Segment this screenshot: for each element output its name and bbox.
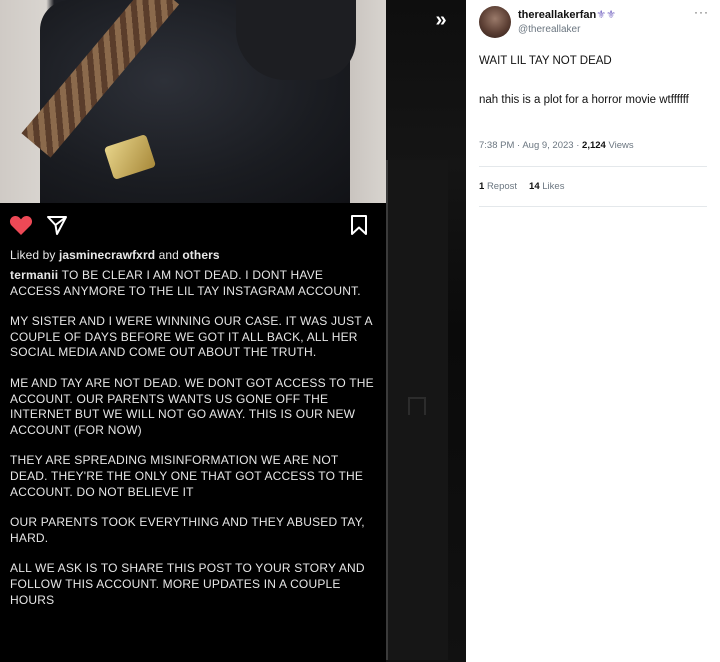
caption-paragraph: OUR PARENTS TOOK EVERYTHING AND THEY ABU… bbox=[10, 515, 365, 545]
likes-label: Likes bbox=[542, 181, 565, 192]
liked-by-line: Liked by jasminecrawfxrd and others bbox=[10, 248, 220, 262]
expand-icon[interactable]: » bbox=[428, 8, 454, 34]
tweet-stats: 1 Repost 14 Likes bbox=[479, 181, 564, 192]
reposts-stat[interactable]: 1 Repost bbox=[479, 181, 517, 192]
faded-bookmark-icon bbox=[408, 397, 426, 415]
fleur-de-lis-emoji: ⚜⚜ bbox=[596, 9, 616, 21]
tweet-text-line-2: nah this is a plot for a horror movie wt… bbox=[479, 94, 689, 106]
tweet-date[interactable]: Aug 9, 2023 bbox=[522, 140, 573, 151]
caption-paragraph: THEY ARE SPREADING MISINFORMATION WE ARE… bbox=[10, 453, 364, 499]
liked-by-user[interactable]: jasminecrawfxrd bbox=[59, 248, 155, 262]
instagram-post: Liked by jasminecrawfxrd and others term… bbox=[0, 0, 386, 662]
tweet-time[interactable]: 7:38 PM bbox=[479, 140, 514, 151]
caption-paragraph: MY SISTER AND I WERE WINNING OUR CASE. I… bbox=[10, 314, 373, 360]
meta-dot: · bbox=[517, 140, 521, 151]
likes-count: 14 bbox=[529, 181, 540, 192]
post-photo[interactable] bbox=[0, 0, 386, 203]
tweet-display-name[interactable]: thereallakerfan⚜⚜ bbox=[518, 8, 616, 21]
liked-by-others[interactable]: others bbox=[182, 248, 219, 262]
display-name-text: thereallakerfan bbox=[518, 9, 597, 21]
post-actions bbox=[0, 203, 386, 247]
caption-paragraph: ME AND TAY ARE NOT DEAD. WE DONT GOT ACC… bbox=[10, 375, 374, 437]
caption-paragraph: ALL WE ASK IS TO SHARE THIS POST TO YOUR… bbox=[10, 561, 365, 607]
divider bbox=[479, 166, 707, 167]
caption-username[interactable]: termanii bbox=[10, 268, 58, 282]
avatar[interactable] bbox=[479, 6, 511, 38]
photo-hand bbox=[236, 0, 356, 80]
views-label: Views bbox=[608, 140, 634, 151]
post-caption: termanii TO BE CLEAR I AM NOT DEAD. I DO… bbox=[10, 268, 375, 623]
likes-stat[interactable]: 14 Likes bbox=[529, 181, 564, 192]
send-icon[interactable] bbox=[46, 214, 68, 241]
views-count: 2,124 bbox=[582, 140, 606, 151]
reposts-label: Repost bbox=[486, 181, 518, 192]
liked-by-prefix: Liked by bbox=[10, 248, 56, 262]
heart-icon[interactable] bbox=[9, 214, 33, 241]
tweet-card: thereallakerfan⚜⚜ @thereallaker ··· WAIT… bbox=[466, 0, 720, 662]
caption-text: TO BE CLEAR I AM NOT DEAD. I DONT HAVE A… bbox=[10, 268, 361, 298]
bookmark-icon[interactable] bbox=[349, 214, 369, 241]
liked-by-and: and bbox=[158, 248, 179, 262]
background-strip bbox=[386, 0, 466, 662]
tweet-text-line-1: WAIT LIL TAY NOT DEAD bbox=[479, 55, 612, 67]
meta-dot: · bbox=[576, 140, 580, 151]
caption-paragraph: termanii TO BE CLEAR I AM NOT DEAD. I DO… bbox=[10, 268, 375, 299]
tweet-handle[interactable]: @thereallaker bbox=[518, 24, 580, 35]
tweet-meta: 7:38 PM · Aug 9, 2023 · 2,124 Views bbox=[479, 140, 634, 151]
divider bbox=[479, 206, 707, 207]
reposts-count: 1 bbox=[479, 181, 485, 192]
more-options-icon[interactable]: ··· bbox=[694, 5, 709, 19]
